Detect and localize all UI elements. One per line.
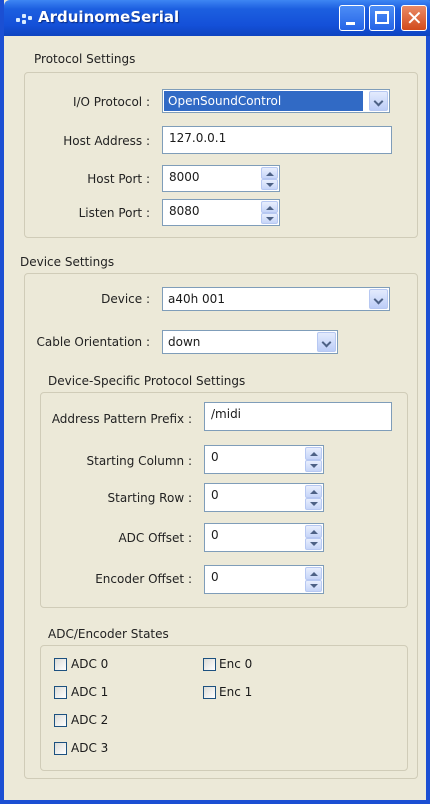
starting-column-input[interactable]: 0 [204,445,324,474]
device-label: Device : [101,292,150,306]
adc-offset-input[interactable]: 0 [204,523,324,552]
starting-row-value: 0 [211,488,219,502]
enc-0-label: Enc 0 [219,657,253,671]
spin-down-icon[interactable] [305,497,322,510]
host-port-value: 8000 [169,170,200,184]
spin-down-icon[interactable] [261,178,278,190]
address-prefix-input[interactable]: /midi [204,402,392,431]
enc-1-label: Enc 1 [219,685,253,699]
states-title: ADC/Encoder States [48,627,169,641]
spin-up-icon[interactable] [305,447,322,460]
spin-up-icon[interactable] [305,567,322,580]
app-window: ArduinomeSerial ✕ Protocol Settings I/O … [0,0,430,804]
spin-up-icon[interactable] [261,201,278,213]
adc-2-checkbox[interactable] [54,714,67,727]
encoder-offset-label: Encoder Offset : [95,572,192,586]
listen-port-input[interactable]: 8080 [162,199,280,226]
host-address-label: Host Address : [63,134,150,148]
starting-row-input[interactable]: 0 [204,483,324,512]
adc-0-checkbox[interactable] [54,658,67,671]
cable-orientation-value: down [168,335,201,349]
device-protocol-title: Device-Specific Protocol Settings [48,374,246,388]
spin-up-icon[interactable] [305,525,322,538]
adc-0-label: ADC 0 [71,657,109,671]
chevron-down-icon[interactable] [369,91,388,111]
app-icon [16,12,32,24]
spin-up-icon[interactable] [261,167,278,179]
maximize-button[interactable] [369,5,395,31]
device-settings-title: Device Settings [20,255,115,269]
io-protocol-label: I/O Protocol : [72,95,150,109]
spin-down-icon[interactable] [261,212,278,224]
protocol-settings-title: Protocol Settings [34,52,136,66]
starting-row-label: Starting Row : [107,491,193,505]
spin-down-icon[interactable] [305,579,322,592]
spin-down-icon[interactable] [305,537,322,550]
listen-port-stepper[interactable] [261,201,278,224]
enc-1-checkbox[interactable] [203,686,216,699]
title-bar[interactable]: ArduinomeSerial ✕ [4,0,430,36]
minimize-icon [346,22,355,25]
starting-column-value: 0 [211,450,219,464]
spin-down-icon[interactable] [305,459,322,472]
chevron-down-icon[interactable] [369,289,388,309]
address-prefix-label: Address Pattern Prefix : [51,412,192,426]
enc-0-checkbox[interactable] [203,658,216,671]
maximize-icon [375,11,389,24]
close-button[interactable]: ✕ [401,5,427,31]
device-value: a40h 001 [168,292,225,306]
host-port-input[interactable]: 8000 [162,165,280,192]
chevron-down-icon[interactable] [317,332,336,352]
cable-orientation-label: Cable Orientation : [36,335,150,349]
host-port-stepper[interactable] [261,167,278,190]
adc-1-label: ADC 1 [71,685,109,699]
encoder-offset-stepper[interactable] [305,567,322,592]
io-protocol-value: OpenSoundControl [164,91,363,111]
host-address-input[interactable]: 127.0.0.1 [162,126,392,154]
starting-column-label: Starting Column : [86,454,193,468]
spin-up-icon[interactable] [305,485,322,498]
starting-column-stepper[interactable] [305,447,322,472]
adc-offset-stepper[interactable] [305,525,322,550]
host-port-label: Host Port : [87,172,150,186]
io-protocol-select[interactable]: OpenSoundControl [162,89,390,113]
close-icon: ✕ [406,6,423,30]
device-select[interactable]: a40h 001 [162,287,390,311]
starting-row-stepper[interactable] [305,485,322,510]
adc-2-label: ADC 2 [71,713,109,727]
listen-port-value: 8080 [169,204,200,218]
adc-3-checkbox[interactable] [54,742,67,755]
adc-offset-label: ADC Offset : [118,531,192,545]
adc-offset-value: 0 [211,528,219,542]
encoder-offset-value: 0 [211,570,219,584]
adc-3-label: ADC 3 [71,741,109,755]
cable-orientation-select[interactable]: down [162,330,338,354]
minimize-button[interactable] [339,5,365,31]
window-title: ArduinomeSerial [38,8,180,26]
listen-port-label: Listen Port : [78,206,150,220]
adc-1-checkbox[interactable] [54,686,67,699]
encoder-offset-input[interactable]: 0 [204,565,324,594]
